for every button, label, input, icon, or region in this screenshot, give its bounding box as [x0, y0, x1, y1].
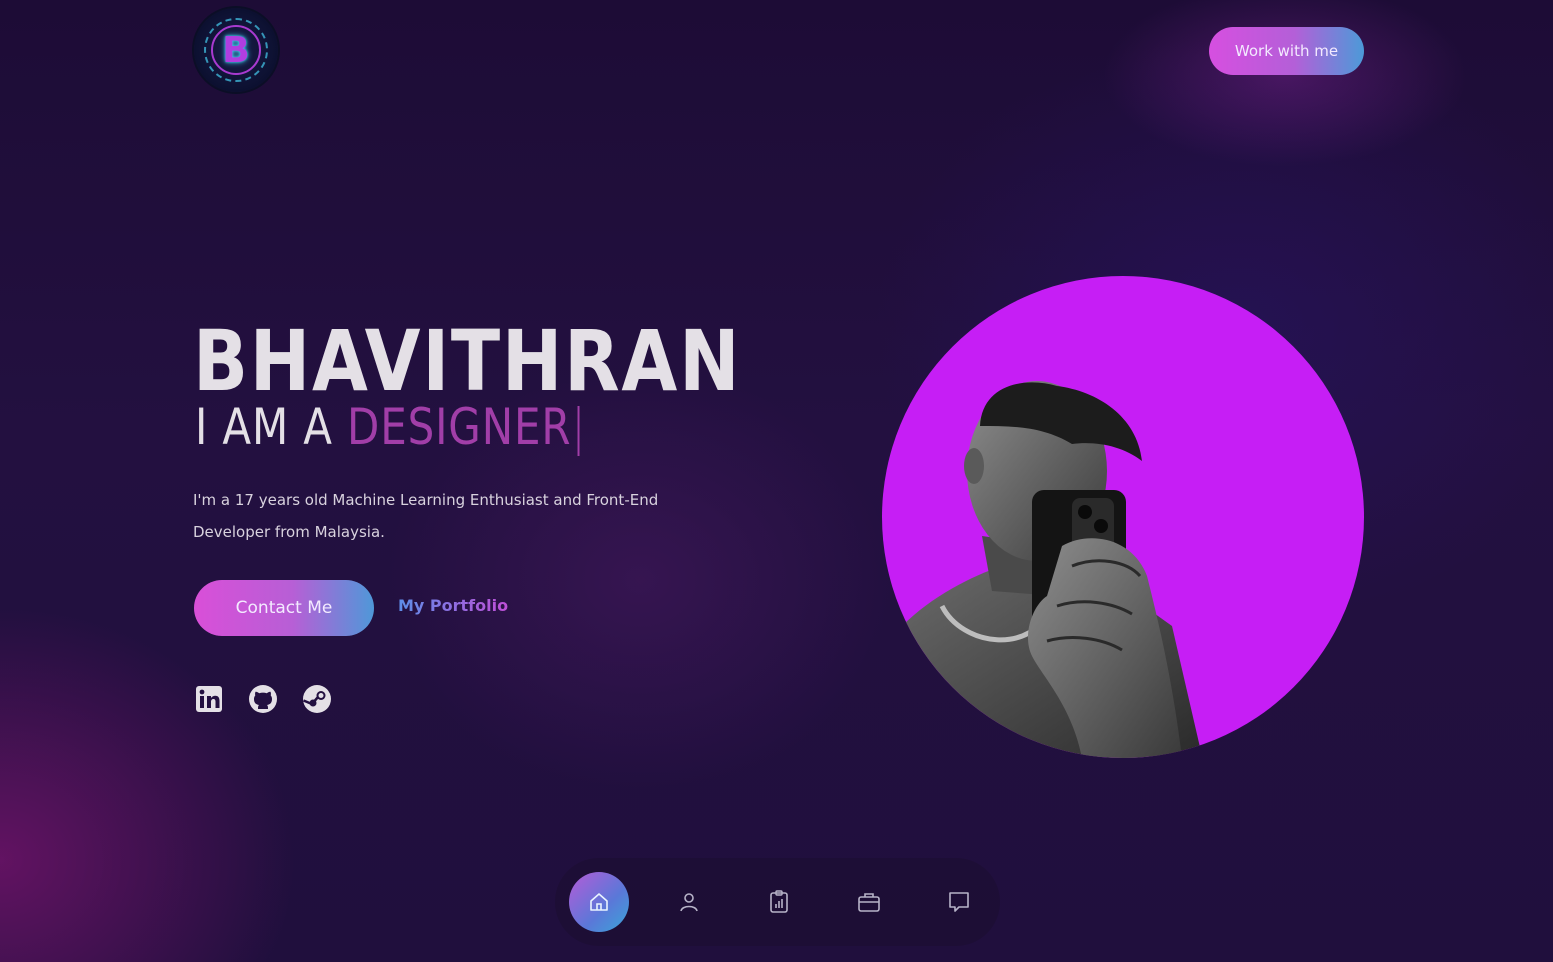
profile-photo-figure	[902, 381, 1202, 758]
steam-icon[interactable]	[302, 684, 332, 714]
logo-letter: B	[222, 29, 250, 71]
social-links	[194, 684, 332, 714]
typing-cursor: |	[571, 398, 587, 456]
hero-role: I AM A DESIGNER|	[195, 398, 586, 456]
hero-bio: I'm a 17 years old Machine Learning Enth…	[193, 491, 659, 541]
my-portfolio-link[interactable]: My Portfolio	[398, 596, 508, 615]
user-icon	[680, 893, 698, 912]
role-typed-text: DESIGNER	[347, 398, 572, 456]
github-icon[interactable]	[248, 684, 278, 714]
nav-about-button[interactable]	[659, 872, 719, 932]
contact-me-button[interactable]: Contact Me	[194, 580, 374, 636]
site-logo[interactable]: B	[194, 8, 278, 92]
chat-icon	[949, 892, 969, 912]
home-icon	[590, 893, 608, 911]
role-prefix: I AM A	[195, 398, 348, 456]
linkedin-icon[interactable]	[194, 684, 224, 714]
hero-name: BHAVITHRAN	[193, 312, 742, 410]
nav-contact-button[interactable]	[929, 872, 989, 932]
profile-photo	[882, 276, 1364, 758]
clipboard-chart-icon	[770, 890, 788, 913]
briefcase-icon	[858, 893, 880, 912]
bottom-navigation	[555, 858, 1000, 946]
nav-skills-button[interactable]	[749, 872, 809, 932]
work-with-me-button[interactable]: Work with me	[1209, 27, 1364, 75]
nav-home-button[interactable]	[569, 872, 629, 932]
nav-work-button[interactable]	[839, 872, 899, 932]
